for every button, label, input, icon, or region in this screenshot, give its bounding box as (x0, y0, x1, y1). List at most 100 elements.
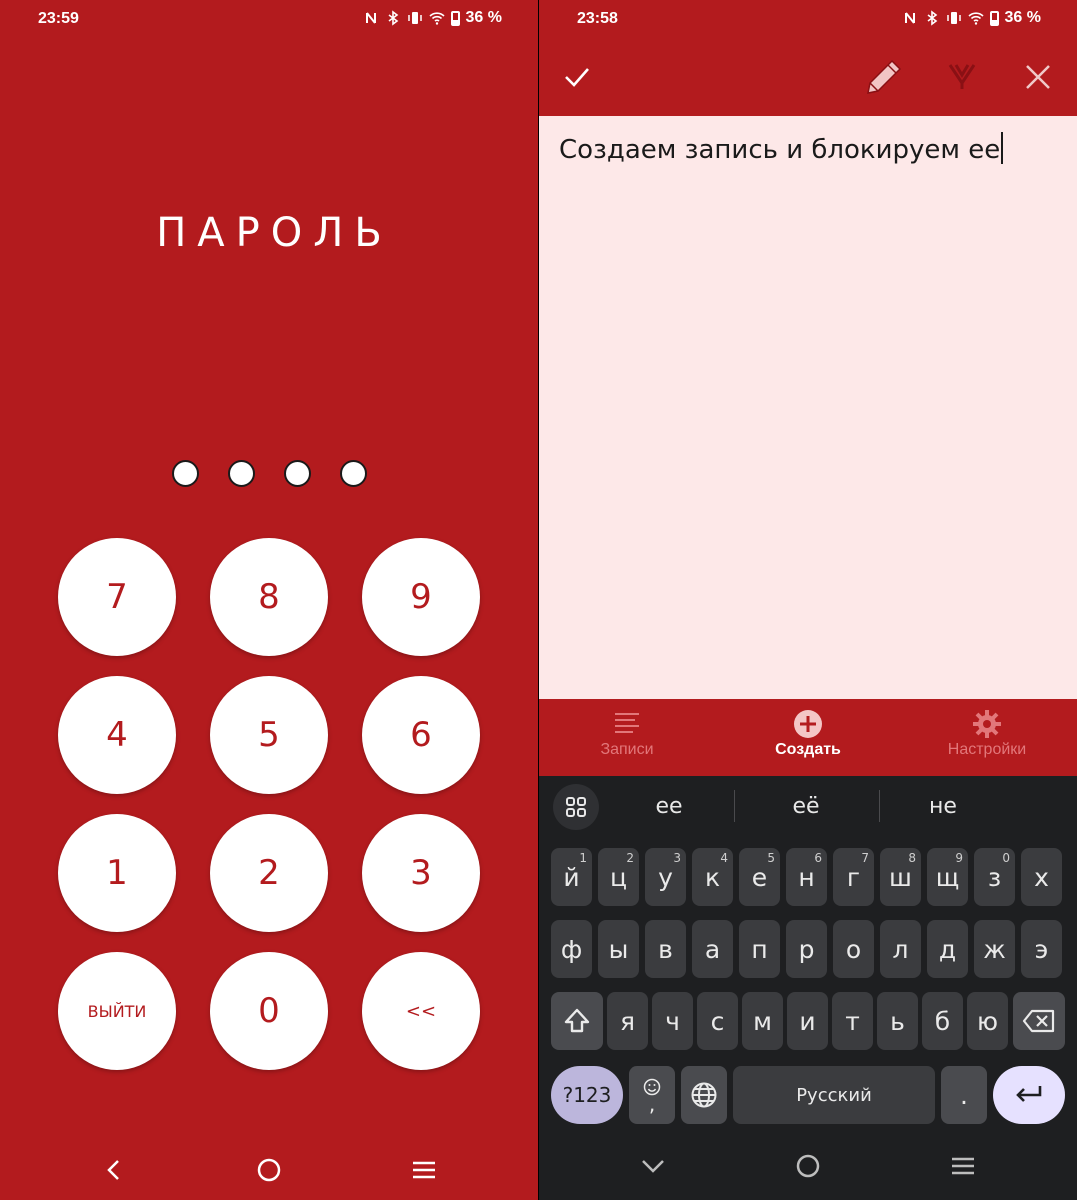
battery-percent: 36 % (1004, 9, 1041, 26)
symbols-key[interactable]: ?123 (551, 1066, 623, 1124)
key[interactable]: п (739, 920, 780, 978)
key[interactable]: м (742, 992, 783, 1050)
key[interactable]: ы (598, 920, 639, 978)
text-caret (1001, 132, 1004, 164)
shift-icon (564, 1008, 590, 1033)
suggestion-3[interactable]: не (893, 794, 993, 819)
vibrate-icon (407, 12, 422, 24)
delete-key[interactable] (1013, 992, 1065, 1050)
pin-dot (284, 460, 311, 487)
battery-icon (450, 10, 460, 26)
close-icon[interactable] (1013, 52, 1063, 102)
key[interactable]: к4 (692, 848, 733, 906)
key[interactable]: е5 (739, 848, 780, 906)
system-nav-bar (0, 1140, 538, 1200)
enter-icon (1016, 1086, 1042, 1102)
note-editor-screen: 23:58 36 % Создаем запись и блокируем ее… (539, 0, 1077, 1200)
key[interactable]: о (833, 920, 874, 978)
key[interactable]: д (927, 920, 968, 978)
key[interactable]: ц2 (598, 848, 639, 906)
pin-key-6[interactable]: 6 (362, 676, 480, 794)
list-icon (547, 707, 707, 741)
pin-key-8[interactable]: 8 (210, 538, 328, 656)
tab-create-label: Создать (775, 741, 841, 758)
tab-notes[interactable]: Записи (547, 707, 707, 759)
shift-key[interactable] (551, 992, 603, 1050)
pin-key-1[interactable]: 1 (58, 814, 176, 932)
key[interactable]: й1 (551, 848, 592, 906)
status-time: 23:59 (38, 10, 79, 27)
suggestion-2[interactable]: её (756, 794, 856, 819)
language-key[interactable] (681, 1066, 727, 1124)
pin-lock-screen: 23:59 36 % ПАРОЛЬ 7 8 9 4 5 6 1 2 3 ВЫЙТ… (0, 0, 538, 1200)
system-nav-bar (539, 1140, 1077, 1200)
space-key[interactable]: Русский (733, 1066, 935, 1124)
key[interactable]: ь (877, 992, 918, 1050)
globe-icon (691, 1082, 717, 1108)
key[interactable]: ж (974, 920, 1015, 978)
wifi-icon (428, 12, 445, 25)
wifi-icon (967, 12, 984, 25)
nfc-icon (904, 12, 915, 24)
pin-key-3[interactable]: 3 (362, 814, 480, 932)
note-text-area[interactable]: Создаем запись и блокируем ее (539, 116, 1077, 699)
key[interactable]: х (1021, 848, 1062, 906)
pin-key-2[interactable]: 2 (210, 814, 328, 932)
key[interactable]: э (1021, 920, 1062, 978)
key[interactable]: ю (967, 992, 1008, 1050)
key[interactable]: т (832, 992, 873, 1050)
page-title: ПАРОЛЬ (156, 210, 393, 256)
key[interactable]: ф (551, 920, 592, 978)
pin-dots (172, 460, 367, 487)
key[interactable]: б (922, 992, 963, 1050)
tab-create[interactable]: Создать (728, 707, 888, 759)
key[interactable]: ш8 (880, 848, 921, 906)
status-icons: 36 % (363, 9, 502, 27)
suggestion-1[interactable]: ее (619, 794, 719, 819)
nav-recents-icon[interactable] (943, 1146, 983, 1186)
tab-settings[interactable]: Настройки (907, 707, 1067, 759)
pin-key-9[interactable]: 9 (362, 538, 480, 656)
bottom-tabs: Записи Создать Настройки (539, 699, 1077, 776)
period-key[interactable]: . (941, 1066, 987, 1124)
key[interactable]: з0 (974, 848, 1015, 906)
key[interactable]: щ9 (927, 848, 968, 906)
nav-home-icon[interactable] (788, 1146, 828, 1186)
key[interactable]: л (880, 920, 921, 978)
suggestion-strip: ее её не (539, 776, 1077, 838)
pin-key-0[interactable]: 0 (210, 952, 328, 1070)
fork-icon[interactable] (937, 52, 987, 102)
nav-recents-icon[interactable] (404, 1150, 444, 1190)
enter-key[interactable] (993, 1066, 1065, 1124)
exit-button[interactable]: ВЫЙТИ (58, 952, 176, 1070)
status-time: 23:58 (577, 10, 618, 27)
pin-key-4[interactable]: 4 (58, 676, 176, 794)
pin-key-7[interactable]: 7 (58, 538, 176, 656)
nav-home-icon[interactable] (249, 1150, 289, 1190)
key[interactable]: с (697, 992, 738, 1050)
nav-back-icon[interactable] (94, 1150, 134, 1190)
key[interactable]: и (787, 992, 828, 1050)
key[interactable]: г7 (833, 848, 874, 906)
apps-grid-icon[interactable] (553, 784, 599, 830)
key[interactable]: р (786, 920, 827, 978)
bluetooth-icon (927, 10, 937, 26)
soft-keyboard: ее её не й1 ц2 у3 к4 е5 н6 г7 ш8 щ9 з0 х… (539, 776, 1077, 1200)
hide-keyboard-icon[interactable] (633, 1146, 673, 1186)
backspace-button[interactable]: << (362, 952, 480, 1070)
backspace-icon (1022, 1009, 1055, 1033)
key[interactable]: н6 (786, 848, 827, 906)
plus-circle-icon (728, 707, 888, 741)
key[interactable]: в (645, 920, 686, 978)
check-icon[interactable] (552, 52, 602, 102)
pencil-icon[interactable] (859, 52, 909, 102)
pin-key-5[interactable]: 5 (210, 676, 328, 794)
key[interactable]: ч (652, 992, 693, 1050)
key[interactable]: а (692, 920, 733, 978)
emoji-comma-key[interactable]: , (629, 1066, 675, 1124)
editor-toolbar (539, 40, 1077, 115)
nfc-icon (365, 12, 376, 24)
key[interactable]: у3 (645, 848, 686, 906)
key[interactable]: я (607, 992, 648, 1050)
suggestion-divider (734, 790, 735, 822)
